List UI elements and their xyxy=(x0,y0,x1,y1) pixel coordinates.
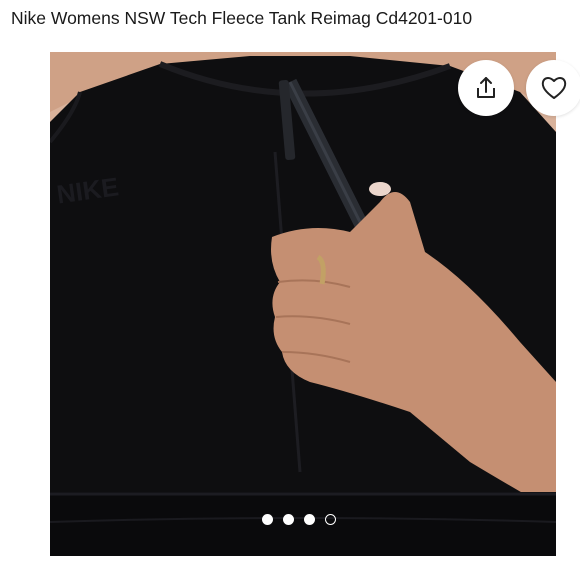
carousel-dot-4[interactable] xyxy=(325,514,336,525)
like-button[interactable] xyxy=(526,60,580,116)
share-button[interactable] xyxy=(458,60,514,116)
carousel-dot-3[interactable] xyxy=(304,514,315,525)
share-icon xyxy=(477,77,495,98)
carousel-dot-1[interactable] xyxy=(262,514,273,525)
listing-title: Nike Womens NSW Tech Fleece Tank Reimag … xyxy=(11,8,473,28)
carousel-indicator xyxy=(262,514,336,525)
heart-icon xyxy=(541,77,567,99)
product-photo-image: NIKE xyxy=(50,52,556,556)
photo-edge xyxy=(556,52,580,556)
product-photo[interactable]: NIKE xyxy=(50,52,556,556)
carousel-dot-2[interactable] xyxy=(283,514,294,525)
